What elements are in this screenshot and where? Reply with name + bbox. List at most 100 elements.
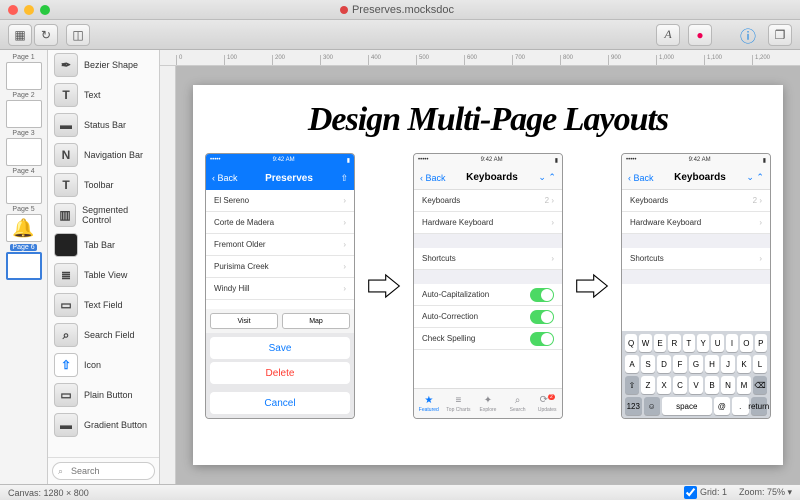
keyboard-key[interactable]: B bbox=[705, 376, 719, 394]
redo-button[interactable]: ↻ bbox=[34, 24, 58, 46]
palette-item[interactable]: ▬Status Bar bbox=[48, 110, 159, 140]
save-button[interactable]: Save bbox=[210, 337, 350, 359]
palette-item[interactable]: ≣Table View bbox=[48, 260, 159, 290]
page-thumb[interactable]: Page 4 bbox=[4, 168, 44, 204]
keyboard-key[interactable]: K bbox=[737, 355, 751, 373]
palette-search-input[interactable] bbox=[52, 462, 155, 480]
toggle-switch[interactable] bbox=[530, 288, 554, 302]
page-thumb[interactable]: Page 6 bbox=[4, 244, 44, 280]
keyboard-key[interactable]: S bbox=[641, 355, 655, 373]
keyboard-key[interactable]: N bbox=[721, 376, 735, 394]
keyboard-key[interactable]: X bbox=[657, 376, 671, 394]
page-thumb[interactable]: Page 1 bbox=[4, 54, 44, 90]
zoom-icon[interactable] bbox=[40, 5, 50, 15]
table-row[interactable]: Auto-Correction bbox=[414, 306, 562, 328]
keyboard-key[interactable]: F bbox=[673, 355, 687, 373]
cancel-button[interactable]: Cancel bbox=[210, 392, 350, 414]
palette-item[interactable]: ⌕Search Field bbox=[48, 320, 159, 350]
inspector-button[interactable]: ❐ bbox=[768, 24, 792, 46]
keyboard-key[interactable]: V bbox=[689, 376, 703, 394]
table-row[interactable]: Hardware Keyboard› bbox=[414, 212, 562, 234]
tab-item[interactable]: ✦Explore bbox=[473, 389, 503, 418]
keyboard-key[interactable]: Q bbox=[625, 334, 637, 352]
keyboard-key[interactable]: 123 bbox=[625, 397, 642, 415]
chevron-icon[interactable]: ⌄ ⌃ bbox=[746, 172, 764, 183]
palette-item[interactable]: TText bbox=[48, 80, 159, 110]
grid-label[interactable]: Grid: 1 bbox=[684, 486, 727, 499]
page-thumb[interactable]: Page 5🔔 bbox=[4, 206, 44, 242]
table-row[interactable]: Shortcuts› bbox=[414, 248, 562, 270]
panels-button[interactable]: ◫ bbox=[66, 24, 90, 46]
keyboard-key[interactable]: ⌫ bbox=[753, 376, 767, 394]
palette-item[interactable]: NNavigation Bar bbox=[48, 140, 159, 170]
palette-item[interactable]: ▭Text Field bbox=[48, 290, 159, 320]
keyboard-key[interactable]: Z bbox=[641, 376, 655, 394]
keyboard-key[interactable]: J bbox=[721, 355, 735, 373]
palette-item[interactable]: ▭Plain Button bbox=[48, 380, 159, 410]
page-thumb[interactable]: Page 2 bbox=[4, 92, 44, 128]
canvas-page[interactable]: Design Multi-Page Layouts •••••9:42 AM▮ … bbox=[193, 85, 783, 465]
palette-item[interactable]: ▥Segmented Control bbox=[48, 200, 159, 230]
palette-item[interactable]: ✒Bezier Shape bbox=[48, 50, 159, 80]
keyboard-key[interactable]: space bbox=[662, 397, 712, 415]
keyboard-key[interactable]: W bbox=[639, 334, 651, 352]
info-button[interactable]: ⓘ bbox=[736, 24, 760, 46]
back-button[interactable]: ‹ Back bbox=[212, 173, 238, 183]
chevron-icon[interactable]: ⌄ ⌃ bbox=[538, 172, 556, 183]
table-row[interactable]: Keyboards2 › bbox=[414, 190, 562, 212]
mock-phone-keyboards-keyboard[interactable]: •••••9:42 AM▮ ‹ Back Keyboards ⌄ ⌃ Keybo… bbox=[621, 153, 771, 419]
table-row[interactable]: El Sereno› bbox=[206, 190, 354, 212]
back-button[interactable]: ‹ Back bbox=[628, 173, 654, 183]
keyboard-key[interactable]: M bbox=[737, 376, 751, 394]
headline-text[interactable]: Design Multi-Page Layouts bbox=[205, 101, 771, 139]
page-thumb[interactable]: Page 3 bbox=[4, 130, 44, 166]
palette-item[interactable]: TToolbar bbox=[48, 170, 159, 200]
share-icon[interactable]: ⇧ bbox=[340, 173, 348, 184]
close-icon[interactable] bbox=[8, 5, 18, 15]
keyboard-key[interactable]: ⇧ bbox=[625, 376, 639, 394]
keyboard-key[interactable]: @ bbox=[714, 397, 731, 415]
seg-map[interactable]: Map bbox=[282, 313, 350, 329]
keyboard-key[interactable]: ☺ bbox=[644, 397, 661, 415]
keyboard-key[interactable]: D bbox=[657, 355, 671, 373]
mock-phone-keyboards-settings[interactable]: •••••9:42 AM▮ ‹ Back Keyboards ⌄ ⌃ Keybo… bbox=[413, 153, 563, 419]
table-row[interactable]: Purisima Creek› bbox=[206, 256, 354, 278]
keyboard-key[interactable]: O bbox=[740, 334, 752, 352]
toggle-switch[interactable] bbox=[530, 332, 554, 346]
palette-item[interactable]: ⇧Icon bbox=[48, 350, 159, 380]
keyboard-key[interactable]: Y bbox=[697, 334, 709, 352]
font-button[interactable]: A bbox=[656, 24, 680, 46]
tab-item[interactable]: ★Featured bbox=[414, 389, 444, 418]
minimize-icon[interactable] bbox=[24, 5, 34, 15]
keyboard-key[interactable]: C bbox=[673, 376, 687, 394]
table-row[interactable]: Corte de Madera› bbox=[206, 212, 354, 234]
keyboard-key[interactable]: E bbox=[654, 334, 666, 352]
keyboard-key[interactable]: H bbox=[705, 355, 719, 373]
keyboard-key[interactable]: U bbox=[711, 334, 723, 352]
keyboard-key[interactable]: . bbox=[732, 397, 749, 415]
tab-item[interactable]: ⌕Search bbox=[503, 389, 533, 418]
keyboard-key[interactable]: R bbox=[668, 334, 680, 352]
keyboard-key[interactable]: return bbox=[751, 397, 768, 415]
palette-item[interactable]: ■Tab Bar bbox=[48, 230, 159, 260]
table-row[interactable]: Hardware Keyboard› bbox=[622, 212, 770, 234]
keyboard-key[interactable]: A bbox=[625, 355, 639, 373]
table-row[interactable]: Shortcuts› bbox=[622, 248, 770, 270]
doc-button[interactable]: ▦ bbox=[8, 24, 32, 46]
table-row[interactable]: Check Spelling bbox=[414, 328, 562, 350]
keyboard-key[interactable]: P bbox=[755, 334, 767, 352]
toggle-switch[interactable] bbox=[530, 310, 554, 324]
keyboard-key[interactable]: L bbox=[753, 355, 767, 373]
zoom-label[interactable]: Zoom: 75% ▾ bbox=[739, 487, 792, 498]
table-row[interactable]: Auto-Capitalization bbox=[414, 284, 562, 306]
back-button[interactable]: ‹ Back bbox=[420, 173, 446, 183]
table-row[interactable]: Keyboards2 › bbox=[622, 190, 770, 212]
keyboard-key[interactable]: G bbox=[689, 355, 703, 373]
keyboard-key[interactable]: I bbox=[726, 334, 738, 352]
table-row[interactable]: Windy Hill› bbox=[206, 278, 354, 300]
mock-phone-preserves[interactable]: •••••9:42 AM▮ ‹ Back Preserves ⇧ El Sere… bbox=[205, 153, 355, 419]
keyboard-key[interactable]: T bbox=[683, 334, 695, 352]
tab-item[interactable]: ≡Top Charts bbox=[444, 389, 474, 418]
palette-item[interactable]: ▬Gradient Button bbox=[48, 410, 159, 440]
tab-item[interactable]: ⟳2Updates bbox=[532, 389, 562, 418]
